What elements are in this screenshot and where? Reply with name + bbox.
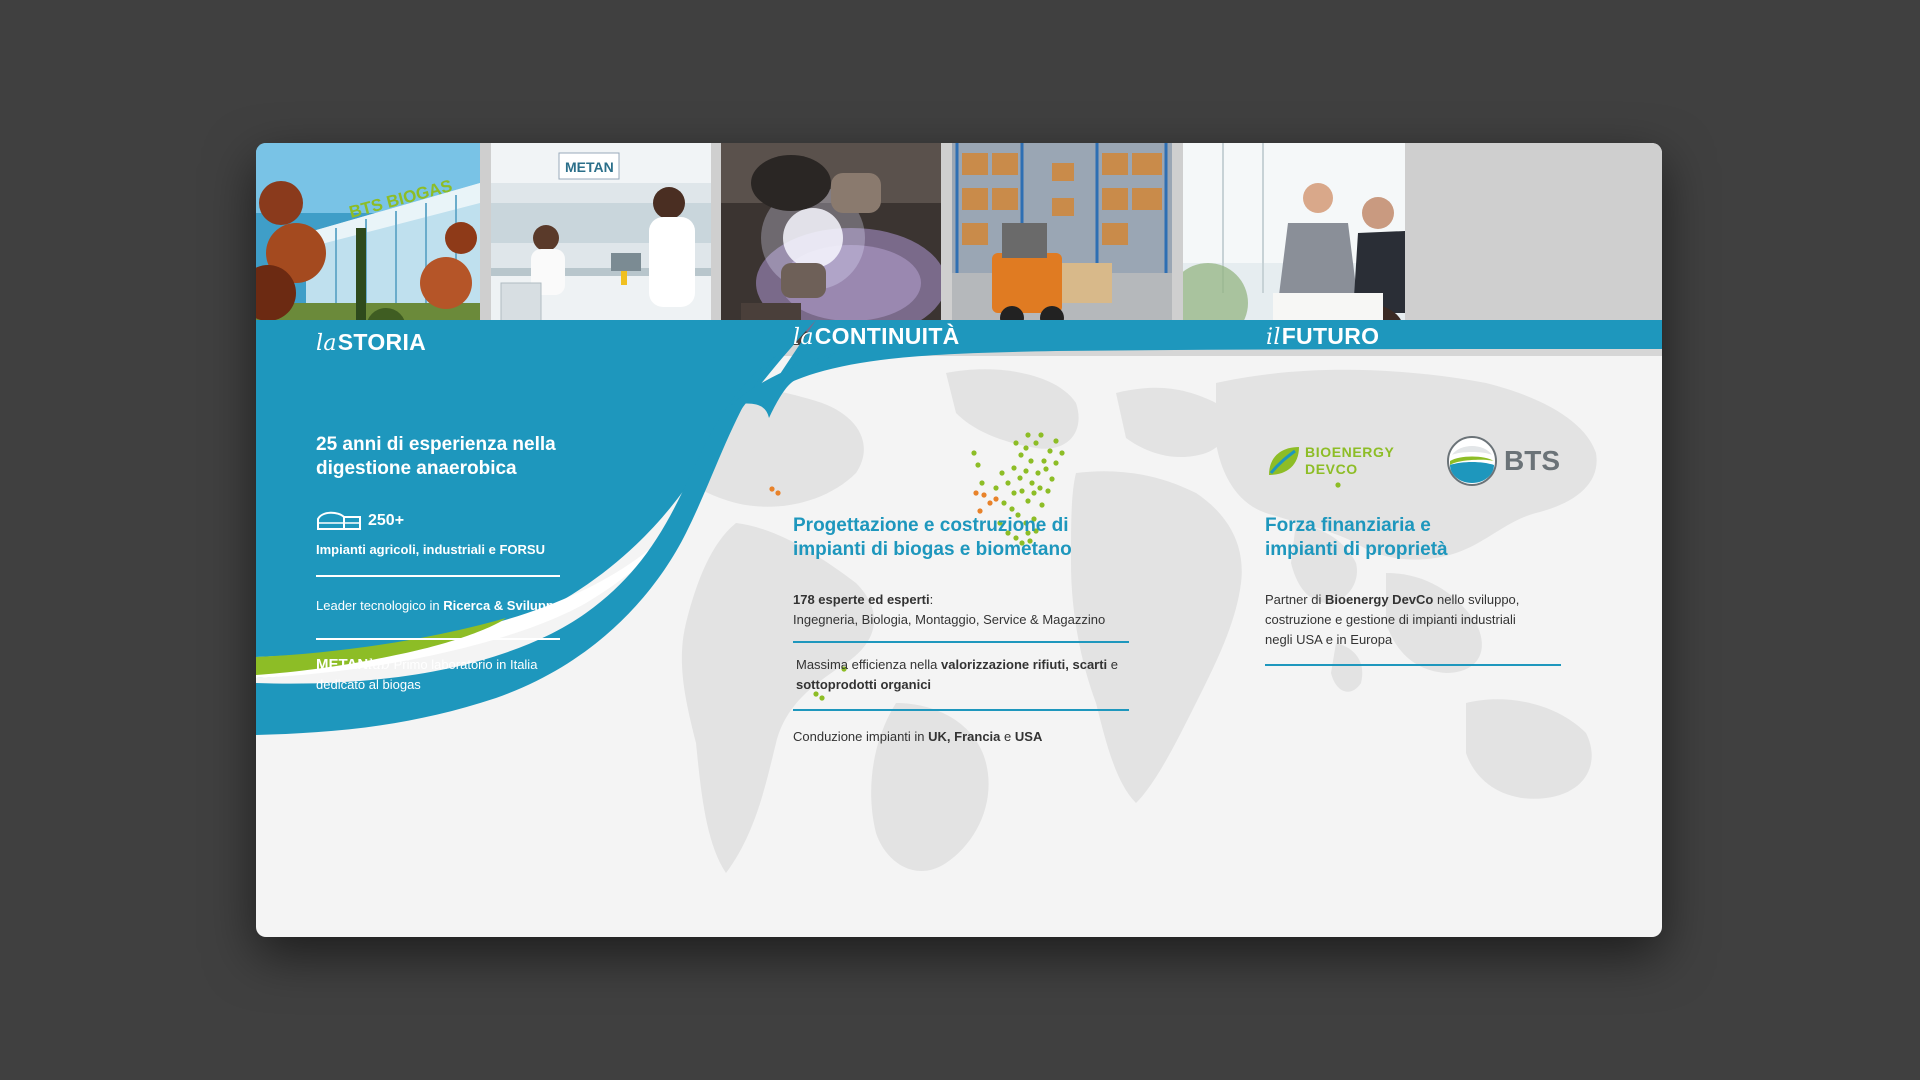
map-dot: [1035, 470, 1041, 476]
map-dot: [1335, 482, 1341, 488]
map-dot: [981, 492, 987, 498]
map-dot: [993, 496, 999, 502]
futuro-heading: ilFUTURO: [1266, 323, 1380, 350]
leader-text: Leader tecnologico in Ricerca & Sviluppo: [316, 598, 562, 613]
map-dot: [979, 480, 985, 486]
map-dot: [1009, 506, 1015, 512]
operation-text: Conduzione impianti in UK, Francia e USA: [793, 729, 1043, 744]
map-dot: [769, 486, 775, 492]
map-dot: [1025, 498, 1031, 504]
map-dot: [987, 500, 993, 506]
map-dot: [1043, 466, 1049, 472]
map-dot: [977, 508, 983, 514]
map-dot: [1031, 490, 1037, 496]
metan-lab-text: METANlab Primo laboratorio in Italia ded…: [316, 656, 538, 692]
map-dot: [1053, 460, 1059, 466]
stat-label: Impianti agricoli, industriali e FORSU: [316, 542, 545, 557]
map-dot: [1019, 488, 1025, 494]
map-dot: [1037, 485, 1043, 491]
map-dot: [1049, 476, 1055, 482]
map-dot: [1013, 440, 1019, 446]
map-dot: [1047, 448, 1053, 454]
efficiency-text: Massima efficienza nella valorizzazione …: [796, 657, 1119, 692]
continuita-title: Progettazione e costruzione di impianti …: [793, 515, 1072, 560]
bts-globe-icon: [1447, 436, 1497, 486]
map-dot: [1001, 500, 1007, 506]
map-dot: [1011, 465, 1017, 471]
infographic-card: BTS BIOGAS METAN laSTORIA 25 anni di esp…: [256, 143, 1662, 937]
map-dot: [1053, 438, 1059, 444]
map-dot: [1023, 445, 1029, 451]
map-dot: [1018, 452, 1024, 458]
storia-subtitle: 25 anni di esperienza nella digestione a…: [316, 434, 556, 479]
map-dot: [993, 485, 999, 491]
map-dot: [1029, 480, 1035, 486]
continuita-rule-1: [793, 641, 1129, 643]
futuro-rule: [1265, 664, 1561, 666]
map-dot: [775, 490, 781, 496]
greenhouse-icon: [317, 511, 361, 530]
stat-value: 250+: [368, 512, 405, 529]
map-dot: [1038, 432, 1044, 438]
map-dot: [1045, 488, 1051, 494]
partner-text: Partner di Bioenergy DevCo nello svilupp…: [1265, 592, 1520, 647]
map-dot: [1039, 502, 1045, 508]
map-dot: [973, 490, 979, 496]
map-dot: [1023, 468, 1029, 474]
map-dot: [975, 462, 981, 468]
map-dot: [999, 470, 1005, 476]
storia-heading: laSTORIA: [316, 329, 427, 356]
map-dot: [1059, 450, 1065, 456]
map-dot: [819, 695, 825, 701]
map-dot: [971, 450, 977, 456]
map-dot: [1017, 475, 1023, 481]
map-dot: [1011, 490, 1017, 496]
map-dot: [1033, 440, 1039, 446]
metan-lab-logo: METANlab: [316, 656, 391, 673]
map-dot: [1041, 458, 1047, 464]
continuita-rule-2: [793, 709, 1129, 711]
futuro-title: Forza finanziaria e impianti di propriet…: [1265, 515, 1448, 560]
continuita-heading: laCONTINUITÀ: [793, 323, 960, 350]
experts-text: 178 esperte ed esperti: Ingegneria, Biol…: [793, 592, 1106, 627]
storia-rule-1: [316, 575, 560, 577]
map-dot: [1005, 480, 1011, 486]
leaf-icon: [1269, 447, 1299, 475]
map-dot: [1028, 458, 1034, 464]
storia-rule-2: [316, 638, 560, 640]
map-dot: [1025, 432, 1031, 438]
